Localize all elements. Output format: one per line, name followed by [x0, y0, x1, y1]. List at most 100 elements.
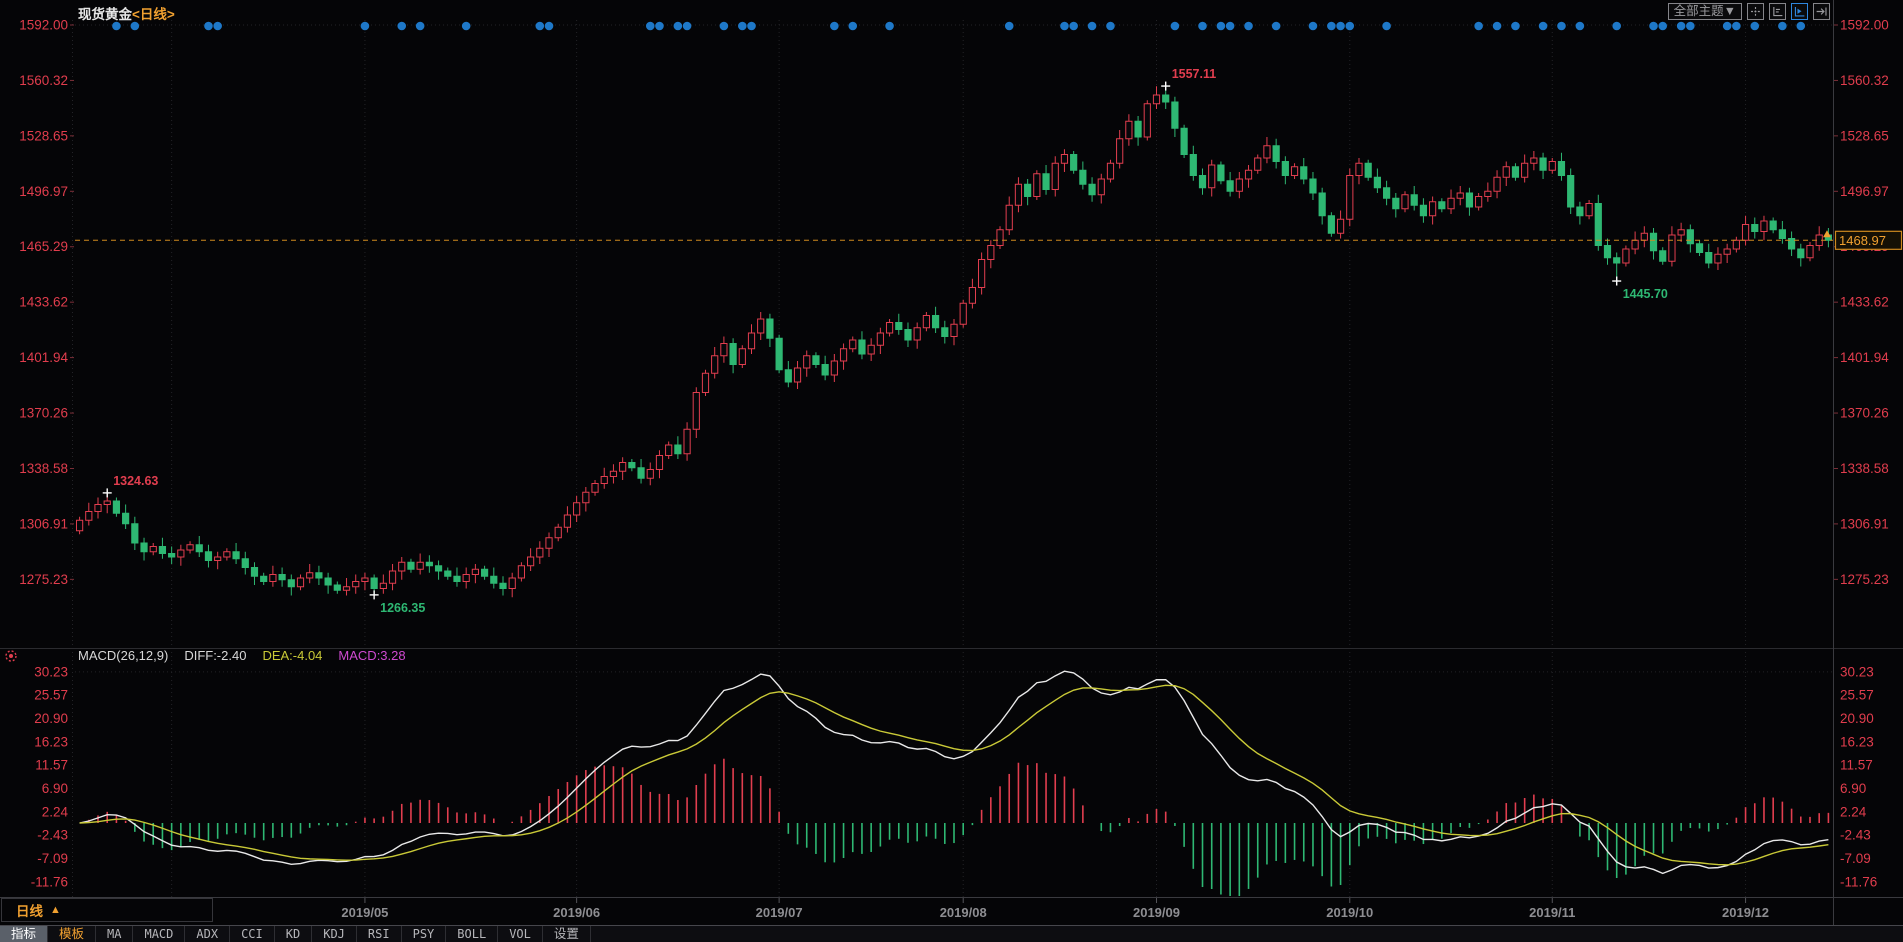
svg-text:1592.00: 1592.00 [1840, 18, 1889, 33]
top-right-controls: 全部主题▼ [1668, 3, 1830, 20]
auto-follow-button[interactable] [1791, 3, 1808, 20]
indicator-tab-VOL[interactable]: VOL [498, 926, 543, 942]
svg-text:30.23: 30.23 [34, 664, 68, 679]
svg-text:25.57: 25.57 [1840, 688, 1874, 703]
indicator-tab-指标[interactable]: 指标 [0, 926, 48, 942]
period-dropdown-arrow[interactable]: ▲ [50, 904, 61, 916]
svg-text:-7.09: -7.09 [1840, 851, 1871, 866]
symbol-title: 现货黄金<日线> [78, 3, 175, 23]
macd-dea-value: DEA:-4.04 [262, 648, 322, 663]
indicator-tab-ADX[interactable]: ADX [185, 926, 230, 942]
svg-text:-11.76: -11.76 [31, 874, 68, 889]
auto-follow-icon [1793, 5, 1806, 18]
svg-text:1528.65: 1528.65 [19, 128, 68, 143]
svg-text:6.90: 6.90 [42, 781, 68, 796]
candles-layer [77, 86, 1832, 597]
svg-text:1266.35: 1266.35 [380, 601, 425, 615]
svg-text:25.57: 25.57 [34, 688, 68, 703]
indicator-tab-RSI[interactable]: RSI [357, 926, 402, 942]
svg-text:1557.11: 1557.11 [1172, 67, 1217, 81]
theme-dropdown[interactable]: 全部主题▼ [1668, 3, 1742, 20]
indicator-tab-MACD[interactable]: MACD [133, 926, 185, 942]
last-price-line [75, 230, 1833, 240]
svg-text:1496.97: 1496.97 [1840, 184, 1889, 199]
last-price-tag: 1468.97 [1836, 231, 1902, 249]
event-dots-layer [112, 22, 1805, 31]
scroll-to-end-icon [1815, 5, 1828, 18]
indicator-tab-模板[interactable]: 模板 [48, 926, 96, 942]
svg-text:20.90: 20.90 [34, 711, 68, 726]
svg-text:1465.29: 1465.29 [19, 239, 68, 254]
macd-axis-left: 30.23 25.57 20.90 16.23 11.57 6.90 2.24 -2.43 -7… [31, 664, 69, 889]
svg-text:1306.91: 1306.91 [1840, 516, 1889, 531]
pan-tool-button[interactable] [1747, 3, 1764, 20]
svg-text:1592.00: 1592.00 [19, 18, 68, 33]
chart-area[interactable]: 1592.00 1560.32 1528.65 1496.97 1465.29 1433.… [0, 0, 1903, 925]
macd-settings-icon[interactable] [4, 649, 18, 668]
svg-text:-7.09: -7.09 [37, 851, 68, 866]
indicator-tab-BOLL[interactable]: BOLL [446, 926, 498, 942]
svg-text:1370.26: 1370.26 [1840, 406, 1889, 421]
trading-terminal: 1592.00 1560.32 1528.65 1496.97 1465.29 1433.… [0, 0, 1903, 942]
macd-formula: MACD(26,12,9) [78, 648, 168, 663]
price-axis-right: 1592.001560.321528.651496.971465.291433.… [1834, 18, 1889, 587]
svg-text:1433.62: 1433.62 [1840, 295, 1889, 310]
svg-text:2.24: 2.24 [1840, 804, 1867, 819]
svg-text:1528.65: 1528.65 [1840, 128, 1889, 143]
svg-text:2019/06: 2019/06 [553, 905, 600, 920]
svg-text:-2.43: -2.43 [37, 828, 68, 843]
indicator-tab-CCI[interactable]: CCI [230, 926, 275, 942]
axis-scale-button[interactable] [1769, 3, 1786, 20]
svg-text:1370.26: 1370.26 [19, 406, 68, 421]
svg-text:1275.23: 1275.23 [1840, 572, 1889, 587]
svg-text:1496.97: 1496.97 [19, 184, 68, 199]
indicator-toolbar: 指标模板MAMACDADXCCIKDKDJRSIPSYBOLLVOL设置 [0, 925, 1903, 942]
indicator-tab-KD[interactable]: KD [275, 926, 312, 942]
indicator-tab-MA[interactable]: MA [96, 926, 133, 942]
svg-text:2019/07: 2019/07 [756, 905, 803, 920]
svg-text:2019/05: 2019/05 [341, 905, 388, 920]
timeframe-tag: <日线> [132, 7, 175, 22]
svg-text:1401.94: 1401.94 [1840, 350, 1889, 365]
svg-text:16.23: 16.23 [1840, 734, 1874, 749]
chart-tool-buttons [1747, 3, 1830, 20]
svg-text:30.23: 30.23 [1840, 664, 1874, 679]
scroll-to-end-button[interactable] [1813, 3, 1830, 20]
svg-text:2019/10: 2019/10 [1326, 905, 1373, 920]
month-gridlines [73, 20, 1834, 897]
period-label: 日线 [16, 900, 43, 920]
svg-text:11.57: 11.57 [1840, 758, 1873, 773]
svg-text:1338.58: 1338.58 [19, 461, 68, 476]
svg-text:1468.97: 1468.97 [1839, 233, 1886, 248]
svg-text:11.57: 11.57 [35, 758, 68, 773]
svg-text:2019/12: 2019/12 [1722, 905, 1769, 920]
macd-indicator-header: MACD(26,12,9) DIFF:-2.40 DEA:-4.04 MACD:3.2… [78, 648, 422, 663]
svg-text:2019/09: 2019/09 [1133, 905, 1180, 920]
axis-scale-icon [1771, 5, 1784, 18]
svg-text:1338.58: 1338.58 [1840, 461, 1889, 476]
macd-bar-value: MACD:3.28 [338, 648, 405, 663]
svg-text:2019/11: 2019/11 [1529, 905, 1575, 920]
indicator-tab-设置[interactable]: 设置 [543, 926, 591, 942]
pan-tool-icon [1749, 5, 1762, 18]
svg-text:1324.63: 1324.63 [113, 474, 158, 488]
svg-text:1401.94: 1401.94 [19, 350, 68, 365]
period-selector[interactable]: 日线 ▲ [1, 898, 213, 922]
svg-text:2.24: 2.24 [42, 804, 69, 819]
svg-text:-11.76: -11.76 [1840, 874, 1877, 889]
svg-text:1560.32: 1560.32 [19, 73, 68, 88]
indicator-tab-KDJ[interactable]: KDJ [312, 926, 357, 942]
svg-text:20.90: 20.90 [1840, 711, 1874, 726]
svg-text:16.23: 16.23 [34, 734, 68, 749]
date-axis-labels: 2019/042019/052019/062019/072019/082019/… [148, 898, 1769, 920]
macd-diff-value: DIFF:-2.40 [184, 648, 246, 663]
svg-text:1560.32: 1560.32 [1840, 73, 1889, 88]
svg-text:2019/08: 2019/08 [940, 905, 987, 920]
svg-text:1306.91: 1306.91 [19, 516, 68, 531]
macd-histogram-layer [89, 759, 1829, 896]
symbol-name: 现货黄金 [78, 7, 132, 22]
svg-text:6.90: 6.90 [1840, 781, 1866, 796]
indicator-tab-PSY[interactable]: PSY [402, 926, 447, 942]
macd-axis-right: 30.2325.5720.9016.2311.576.902.24-2.43-7… [1840, 664, 1877, 889]
svg-text:1445.70: 1445.70 [1623, 287, 1668, 301]
